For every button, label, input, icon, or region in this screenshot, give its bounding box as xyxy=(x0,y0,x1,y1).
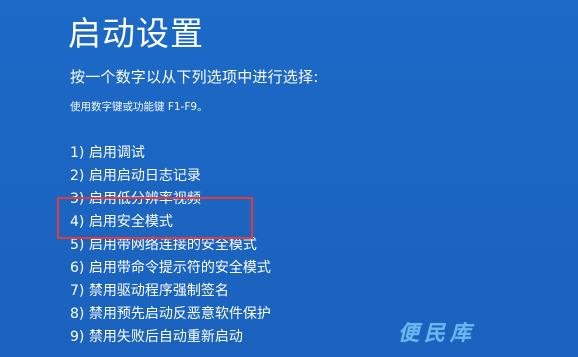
startup-options-list: 1) 启用调试 2) 启用启动日志记录 3) 启用低分辨率视频 4) 启用安全模… xyxy=(70,143,271,350)
option-enable-low-resolution-video[interactable]: 3) 启用低分辨率视频 xyxy=(70,189,271,212)
key-hint: 使用数字键或功能键 F1-F9。 xyxy=(70,101,208,113)
option-disable-automatic-restart-after-failure[interactable]: 9) 禁用失败后自动重新启动 xyxy=(70,327,271,350)
option-enable-boot-logging[interactable]: 2) 启用启动日志记录 xyxy=(70,166,271,189)
option-disable-early-launch-anti-malware[interactable]: 8) 禁用预先启动反恶意软件保护 xyxy=(70,304,271,327)
startup-settings-screen: 启动设置 按一个数字以从下列选项中进行选择: 使用数字键或功能键 F1-F9。 … xyxy=(0,0,578,357)
option-enable-safe-mode[interactable]: 4) 启用安全模式 xyxy=(70,212,271,235)
option-enable-safe-mode-with-command-prompt[interactable]: 6) 启用带命令提示符的安全模式 xyxy=(70,258,271,281)
page-title: 启动设置 xyxy=(68,14,204,53)
selection-prompt: 按一个数字以从下列选项中进行选择: xyxy=(70,68,319,86)
option-enable-safe-mode-with-networking[interactable]: 5) 启用带网络连接的安全模式 xyxy=(70,235,271,258)
watermark-logo: 便民库 xyxy=(398,321,476,345)
option-disable-driver-signature-enforcement[interactable]: 7) 禁用驱动程序强制签名 xyxy=(70,281,271,304)
option-enable-debugging[interactable]: 1) 启用调试 xyxy=(70,143,271,166)
